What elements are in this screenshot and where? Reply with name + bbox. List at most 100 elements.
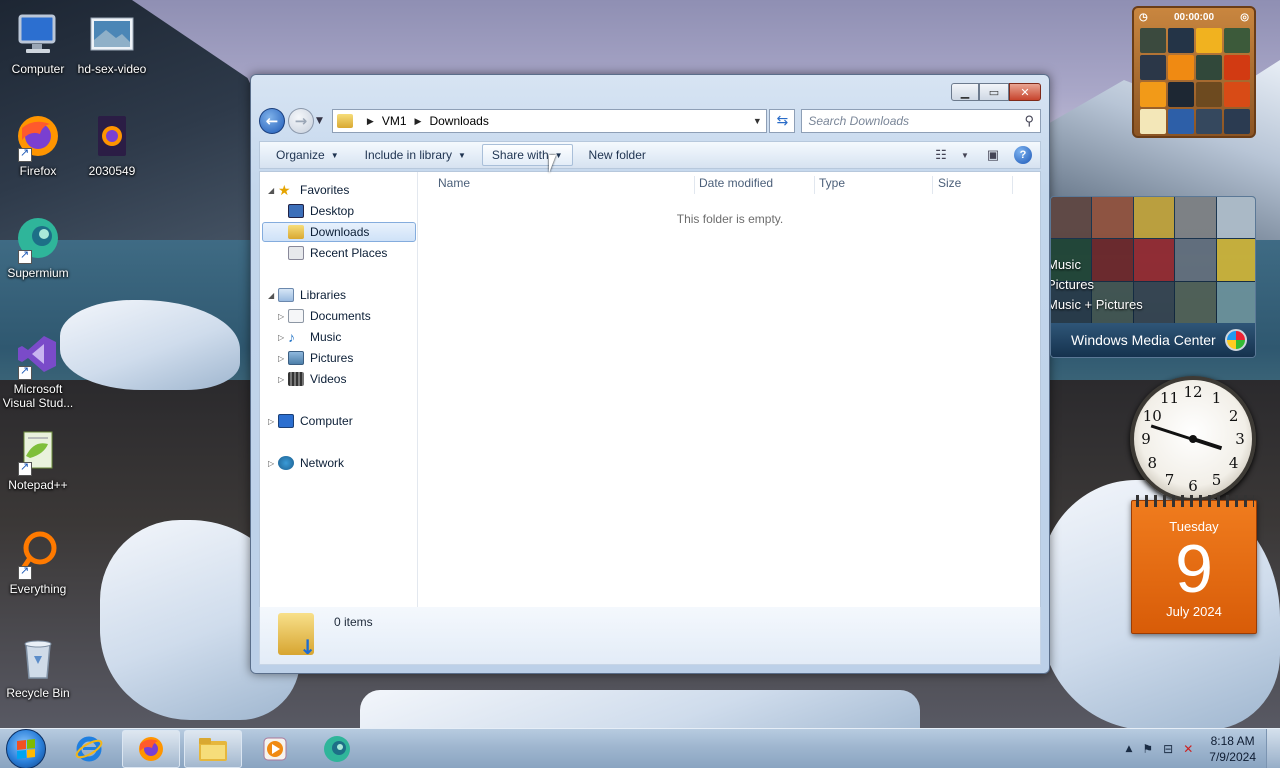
taskbar-windows-explorer[interactable] (184, 729, 242, 768)
column-header-name[interactable]: Name (438, 176, 470, 190)
expand-triangle-icon[interactable]: ◢ (268, 291, 278, 300)
column-header-size[interactable]: Size (938, 176, 961, 190)
column-divider[interactable] (932, 176, 933, 194)
maximize-button[interactable]: ▭ (979, 83, 1009, 101)
computer-icon (278, 414, 294, 428)
collapse-triangle-icon[interactable]: ▷ (278, 333, 288, 342)
nav-label: Pictures (310, 351, 354, 365)
desktop-icon-2030549[interactable]: 2030549 (74, 112, 150, 178)
organize-button[interactable]: Organize ▼ (266, 144, 349, 166)
taskbar-media-player[interactable] (246, 730, 304, 768)
column-divider[interactable] (814, 176, 815, 194)
file-list[interactable]: Name Date modified Type Size This folder… (420, 172, 1040, 612)
include-in-library-button[interactable]: Include in library ▼ (355, 144, 476, 166)
collapse-triangle-icon[interactable]: ▷ (278, 375, 288, 384)
menu-item-music-pictures[interactable]: Music + Pictures (1051, 295, 1143, 315)
nav-music[interactable]: ▷ ♪ Music (278, 327, 341, 347)
recent-pages-dropdown[interactable]: ▼ (316, 116, 328, 126)
column-divider[interactable] (1012, 176, 1013, 194)
back-button[interactable]: ← (259, 108, 285, 134)
nav-network[interactable]: ▷ Network (268, 453, 344, 473)
puzzle-options-icon[interactable]: ◎ (1240, 12, 1249, 23)
desktop-icon-label: Microsoft Visual Stud... (2, 382, 74, 410)
nav-documents[interactable]: ▷ Documents (278, 306, 371, 326)
desktop-icon-firefox[interactable]: Firefox (0, 112, 76, 178)
new-folder-button[interactable]: New folder (579, 144, 656, 166)
nav-recent-places[interactable]: Recent Places (288, 243, 387, 263)
view-dropdown-icon[interactable]: ▼ (954, 146, 976, 164)
address-dropdown-icon[interactable]: ▼ (748, 116, 766, 126)
show-hidden-icons-icon[interactable]: ▲ (1125, 744, 1132, 754)
clock-number: 12 (1183, 383, 1203, 401)
collapse-triangle-icon[interactable]: ▷ (278, 354, 288, 363)
address-bar[interactable]: ▶ VM1 ▶ Downloads ▼ (331, 109, 768, 133)
clock-minute-hand (1150, 423, 1194, 441)
action-center-flag-icon[interactable]: ⚑ (1142, 742, 1153, 756)
desktop-icon-everything[interactable]: Everything (0, 530, 76, 596)
column-header-date-modified[interactable]: Date modified (699, 176, 773, 190)
menu-item-music[interactable]: Music (1051, 255, 1143, 275)
puzzle-header: ◷ 00:00:00 ◎ (1134, 8, 1254, 26)
nav-label: Documents (310, 309, 371, 323)
supermium-icon (324, 735, 350, 762)
taskbar-internet-explorer[interactable] (60, 730, 118, 768)
taskbar-supermium[interactable] (308, 730, 366, 768)
close-button[interactable]: ✕ (1009, 83, 1041, 101)
nav-computer[interactable]: ▷ Computer (268, 411, 353, 431)
desktop-icon-supermium[interactable]: Supermium (0, 214, 76, 280)
nav-downloads[interactable]: Downloads (262, 222, 416, 242)
menu-item-pictures[interactable]: Pictures (1051, 275, 1143, 295)
start-button[interactable] (6, 728, 46, 768)
desktop-icon-notepadpp[interactable]: Notepad++ (0, 426, 76, 492)
preview-pane-icon[interactable]: ▣ (982, 146, 1004, 164)
picture-puzzle-gadget[interactable]: ◷ 00:00:00 ◎ (1132, 6, 1256, 138)
volume-muted-icon[interactable]: ✕ (1183, 742, 1193, 756)
show-desktop-button[interactable] (1266, 728, 1280, 768)
collapse-triangle-icon[interactable]: ▷ (278, 312, 288, 321)
refresh-button[interactable]: ⇆ (769, 109, 796, 133)
share-with-button[interactable]: Share with ▼ (481, 144, 573, 166)
recent-places-icon (288, 246, 304, 260)
desktop-icon-computer[interactable]: Computer (0, 10, 76, 76)
breadcrumb-vm1[interactable]: VM1 (382, 114, 407, 128)
explorer-window[interactable]: ▁ ▭ ✕ ← → ▼ ▶ VM1 ▶ Downloads ▼ ⇆ Search… (250, 74, 1050, 674)
taskbar-firefox[interactable] (122, 729, 180, 768)
collapse-triangle-icon[interactable]: ▷ (268, 459, 278, 468)
breadcrumb-downloads[interactable]: Downloads (429, 114, 488, 128)
internet-explorer-icon (75, 736, 103, 761)
calendar-gadget[interactable]: Tuesday 9 July 2024 (1131, 495, 1257, 634)
nav-favorites[interactable]: ◢ ★ Favorites (268, 180, 349, 200)
desktop-icon-recycle-bin[interactable]: Recycle Bin (0, 634, 76, 700)
desktop-icon-visual-studio[interactable]: Microsoft Visual Stud... (0, 330, 76, 410)
breadcrumb-chevron-icon[interactable]: ▶ (367, 116, 374, 127)
nav-videos[interactable]: ▷ Videos (278, 369, 346, 389)
nav-pictures[interactable]: ▷ Pictures (278, 348, 353, 368)
puzzle-grid[interactable] (1140, 28, 1250, 134)
nav-libraries[interactable]: ◢ Libraries (268, 285, 346, 305)
windows-media-center-gadget[interactable]: Music Pictures Music + Pictures Windows … (1050, 196, 1256, 358)
collapse-triangle-icon[interactable]: ▷ (268, 417, 278, 426)
search-icon[interactable]: ⚲ (1024, 113, 1034, 129)
taskbar-clock[interactable]: 8:18 AM 7/9/2024 (1209, 733, 1256, 765)
breadcrumb-chevron-icon[interactable]: ▶ (415, 116, 422, 127)
everything-icon (14, 530, 62, 580)
column-header-type[interactable]: Type (819, 176, 845, 190)
desktop-icon-label: Firefox (19, 164, 57, 178)
help-icon[interactable]: ? (1014, 146, 1032, 164)
expand-triangle-icon[interactable]: ◢ (268, 186, 278, 195)
desktop-icon-label: Everything (9, 582, 67, 596)
minimize-button[interactable]: ▁ (951, 83, 979, 101)
nav-desktop[interactable]: Desktop (288, 201, 354, 221)
change-view-icon[interactable]: ☷ (930, 146, 952, 164)
media-center-brand[interactable]: Windows Media Center (1051, 323, 1255, 357)
clock-number: 8 (1147, 453, 1158, 472)
clock-number: 1 (1211, 389, 1222, 408)
forward-button[interactable]: → (287, 108, 314, 134)
videos-icon (288, 372, 304, 386)
clock-gadget[interactable]: 12 1 2 3 4 5 6 7 8 9 10 11 (1130, 376, 1256, 502)
network-icon[interactable]: ⊟ (1163, 742, 1173, 756)
desktop-icon-video[interactable]: hd-sex-video (74, 10, 150, 76)
media-center-title: Windows Media Center (1071, 332, 1216, 348)
search-input[interactable]: Search Downloads ⚲ (801, 109, 1041, 133)
column-divider[interactable] (694, 176, 695, 194)
